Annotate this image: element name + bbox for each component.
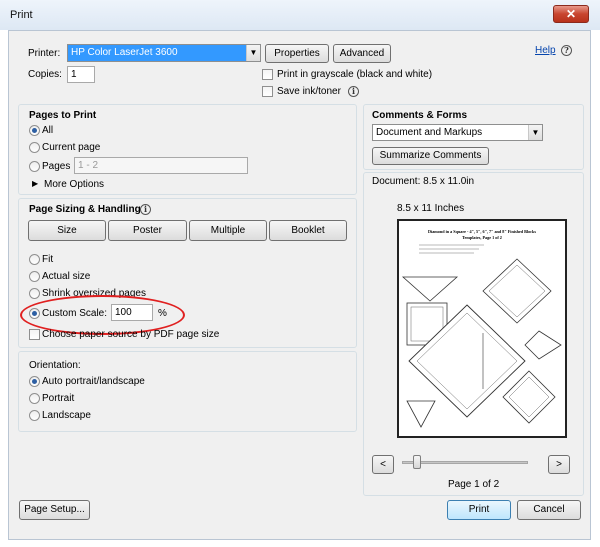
paper-source-checkbox[interactable] <box>29 329 40 340</box>
save-ink-checkbox[interactable] <box>262 86 273 97</box>
page-slider-thumb[interactable] <box>413 455 421 469</box>
copies-label: Copies: <box>28 69 62 80</box>
poster-button[interactable]: Poster <box>108 220 187 241</box>
preview-thumbnail: Diamond in a Square - 4", 5", 6", 7" and… <box>401 229 562 428</box>
page-setup-button[interactable]: Page Setup... <box>19 500 90 520</box>
multiple-button[interactable]: Multiple <box>189 220 267 241</box>
actual-size-label: Actual size <box>42 271 91 282</box>
dropdown-arrow-icon: ▼ <box>528 125 542 140</box>
svg-text:Diamond in a Square - 4", 5",: Diamond in a Square - 4", 5", 6", 7" and… <box>428 229 536 234</box>
pages-radio[interactable] <box>29 161 40 172</box>
more-options-link[interactable]: More Options <box>44 179 104 190</box>
comments-value: Document and Markups <box>376 127 483 138</box>
portrait-label: Portrait <box>42 393 75 404</box>
printer-select[interactable]: HP Color LaserJet 3600 ▼ <box>67 44 261 62</box>
fit-label: Fit <box>42 254 54 265</box>
shrink-radio[interactable] <box>29 288 40 299</box>
actual-size-radio[interactable] <box>29 271 40 282</box>
all-label: All <box>42 125 54 136</box>
copies-value: 1 <box>71 69 77 80</box>
pages-range-placeholder: 1 - 2 <box>78 160 99 171</box>
print-button[interactable]: Print <box>447 500 511 520</box>
page-preview: Diamond in a Square - 4", 5", 6", 7" and… <box>397 219 567 438</box>
copies-input[interactable]: 1 <box>67 66 95 83</box>
size-button[interactable]: Size <box>28 220 106 241</box>
prev-page-button[interactable]: < <box>372 455 394 474</box>
grayscale-label: Print in grayscale (black and white) <box>277 69 433 80</box>
landscape-radio[interactable] <box>29 410 40 421</box>
document-size: Document: 8.5 x 11.0in <box>372 176 475 187</box>
orientation-heading: Orientation: <box>29 360 81 371</box>
current-page-label: Current page <box>42 142 101 153</box>
printer-label: Printer: <box>28 48 61 59</box>
title-bar: Print ✕ <box>0 0 600 30</box>
pages-range-input[interactable]: 1 - 2 <box>74 157 248 174</box>
auto-orientation-label: Auto portrait/landscape <box>42 376 145 387</box>
comments-select[interactable]: Document and Markups ▼ <box>372 124 543 141</box>
landscape-label: Landscape <box>42 410 91 421</box>
prev-page-icon: < <box>380 459 386 470</box>
advanced-button[interactable]: Advanced <box>333 44 391 63</box>
next-page-button[interactable]: > <box>548 455 570 474</box>
page-indicator: Page 1 of 2 <box>448 479 500 490</box>
help-link[interactable]: Help <box>535 45 556 56</box>
help-info-icon[interactable]: ? <box>561 45 572 56</box>
window-title: Print <box>10 9 33 21</box>
next-page-icon: > <box>556 459 562 470</box>
cancel-button[interactable]: Cancel <box>517 500 581 520</box>
close-icon: ✕ <box>565 7 577 21</box>
paper-size-label: 8.5 x 11 Inches <box>397 203 465 214</box>
save-ink-label: Save ink/toner <box>277 86 341 97</box>
fit-radio[interactable] <box>29 254 40 265</box>
expand-triangle-icon[interactable]: ▶ <box>32 179 38 188</box>
print-dialog: Print ✕ Printer: HP Color LaserJet 3600 … <box>0 0 600 547</box>
auto-orientation-radio[interactable] <box>29 376 40 387</box>
grayscale-checkbox[interactable] <box>262 69 273 80</box>
portrait-radio[interactable] <box>29 393 40 404</box>
sizing-heading: Page Sizing & Handling <box>29 204 141 215</box>
all-radio[interactable] <box>29 125 40 136</box>
info-icon[interactable]: i <box>348 86 359 97</box>
sizing-info-icon[interactable]: i <box>140 204 151 215</box>
paper-source-label: Choose paper source by PDF page size <box>42 329 220 340</box>
close-button[interactable]: ✕ <box>553 5 589 23</box>
booklet-button[interactable]: Booklet <box>269 220 347 241</box>
printer-value: HP Color LaserJet 3600 <box>71 47 178 58</box>
comments-heading: Comments & Forms <box>372 110 468 121</box>
pages-label: Pages <box>42 161 71 172</box>
dropdown-arrow-icon: ▼ <box>246 45 260 61</box>
pages-heading: Pages to Print <box>29 110 97 121</box>
properties-button[interactable]: Properties <box>265 44 329 63</box>
current-page-radio[interactable] <box>29 142 40 153</box>
summarize-comments-button[interactable]: Summarize Comments <box>372 147 489 165</box>
svg-text:Templates, Page 1 of 2: Templates, Page 1 of 2 <box>462 235 502 240</box>
